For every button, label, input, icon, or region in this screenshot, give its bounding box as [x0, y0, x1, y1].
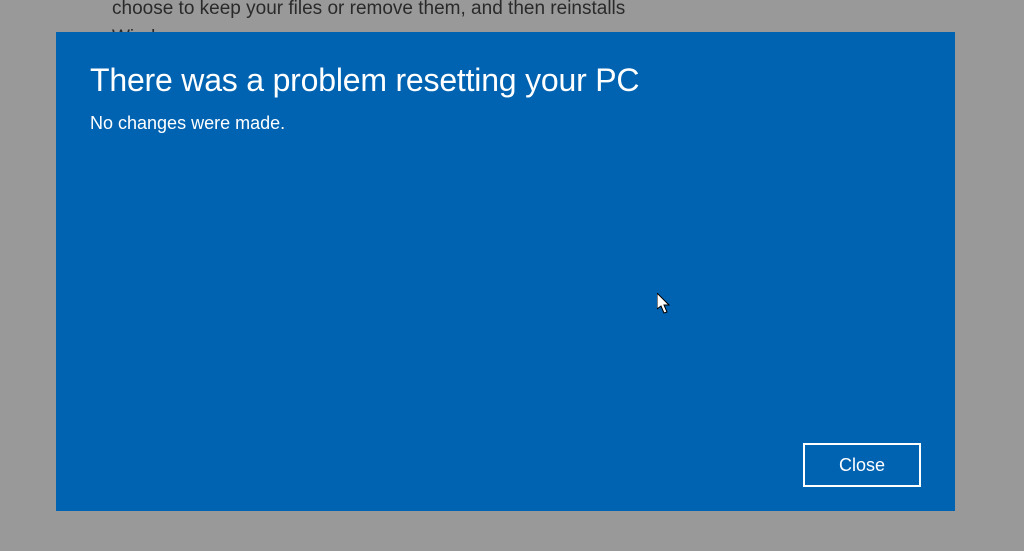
- dialog-body-text: No changes were made.: [90, 113, 921, 443]
- error-dialog: There was a problem resetting your PC No…: [56, 32, 955, 511]
- close-button[interactable]: Close: [803, 443, 921, 487]
- background-text-line-1: choose to keep your files or remove them…: [112, 0, 625, 19]
- dialog-actions: Close: [90, 443, 921, 487]
- dialog-title: There was a problem resetting your PC: [90, 62, 921, 99]
